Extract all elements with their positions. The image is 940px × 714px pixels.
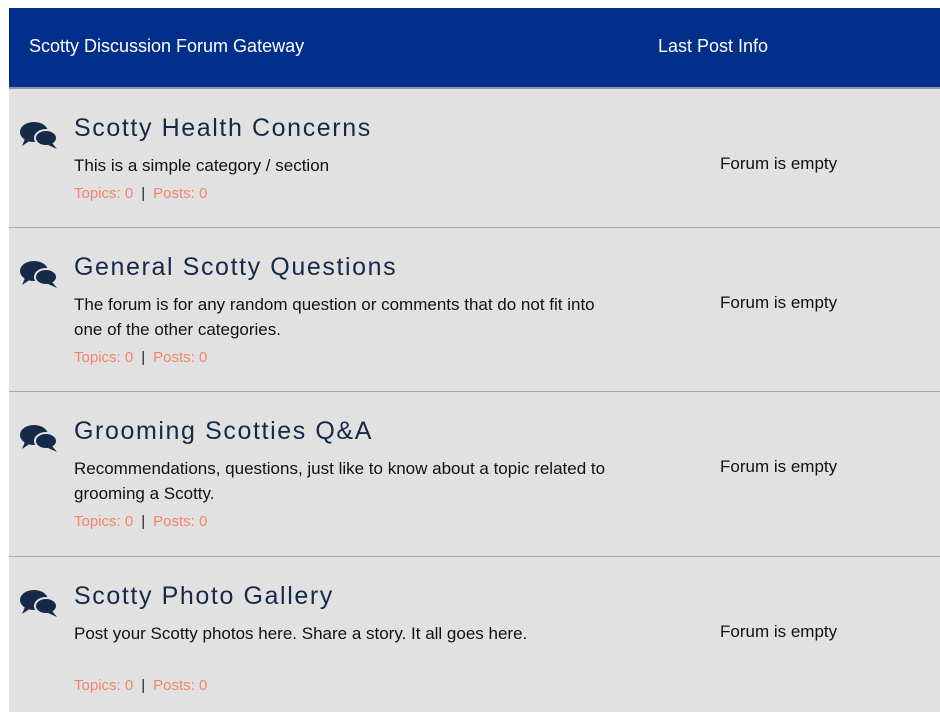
- topics-count: Topics: 0: [74, 677, 134, 694]
- forum-title-link[interactable]: Grooming Scotties Q&A: [74, 417, 373, 446]
- forum-gateway-title: Scotty Discussion Forum Gateway: [29, 36, 305, 56]
- forum-stats: Topics: 0 | Posts: 0: [74, 677, 207, 694]
- posts-count: Posts: 0: [153, 349, 208, 366]
- stats-separator: |: [141, 349, 146, 366]
- forum-row: Grooming Scotties Q&A Recommendations, q…: [9, 392, 940, 557]
- posts-count: Posts: 0: [153, 185, 208, 202]
- last-post-info-header: Last Post Info: [658, 36, 769, 56]
- forum-description: Recommendations, questions, just like to…: [74, 459, 606, 503]
- forum-stats: Topics: 0 | Posts: 0: [74, 349, 207, 366]
- forum-header: Scotty Discussion Forum Gateway Last Pos…: [9, 8, 940, 89]
- posts-count: Posts: 0: [153, 677, 208, 694]
- chat-bubbles-icon: [20, 425, 58, 452]
- forum-description: Post your Scotty photos here. Share a st…: [74, 624, 528, 643]
- last-post-info: Forum is empty: [720, 457, 838, 476]
- topics-count: Topics: 0: [74, 513, 134, 530]
- forum-stats: Topics: 0 | Posts: 0: [74, 513, 207, 530]
- forum-title-link[interactable]: General Scotty Questions: [74, 253, 397, 282]
- forum-row: Scotty Health Concerns This is a simple …: [9, 89, 940, 228]
- stats-separator: |: [141, 185, 146, 202]
- stats-separator: |: [141, 677, 146, 694]
- stats-separator: |: [141, 513, 146, 530]
- topics-count: Topics: 0: [74, 185, 134, 202]
- chat-bubbles-icon: [20, 261, 58, 288]
- chat-bubbles-icon: [20, 590, 58, 617]
- forum-description: This is a simple category / section: [74, 156, 330, 175]
- posts-count: Posts: 0: [153, 513, 208, 530]
- forum-title-link[interactable]: Scotty Photo Gallery: [74, 582, 334, 611]
- forum-stats: Topics: 0 | Posts: 0: [74, 185, 207, 202]
- forum-row: General Scotty Questions The forum is fo…: [9, 228, 940, 392]
- forum-title-link[interactable]: Scotty Health Concerns: [74, 114, 372, 143]
- forum-description: The forum is for any random question or …: [74, 295, 595, 339]
- forum-row: Scotty Photo Gallery Post your Scotty ph…: [9, 557, 940, 714]
- last-post-info: Forum is empty: [720, 622, 838, 641]
- topics-count: Topics: 0: [74, 349, 134, 366]
- last-post-info: Forum is empty: [720, 293, 838, 312]
- last-post-info: Forum is empty: [720, 154, 838, 173]
- forum-table: Scotty Discussion Forum Gateway Last Pos…: [9, 8, 940, 712]
- chat-bubbles-icon: [20, 122, 58, 149]
